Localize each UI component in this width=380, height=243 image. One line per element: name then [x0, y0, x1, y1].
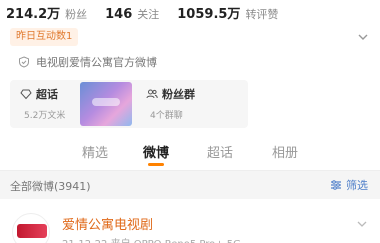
chevron-down-icon[interactable]	[356, 30, 370, 44]
profile-stats: 214.2万 粉丝 146 关注 1059.5万 转评赞	[0, 0, 380, 22]
likes-stat[interactable]: 1059.5万 转评赞	[177, 3, 278, 22]
following-label: 关注	[137, 8, 160, 21]
post-author[interactable]: 爱情公寓电视剧	[62, 214, 153, 233]
supertopic-title-row: 超话	[20, 86, 58, 102]
fans-label: 粉丝	[65, 8, 88, 21]
fans-count: 214.2万	[6, 7, 61, 22]
diamond-icon	[20, 89, 32, 100]
feed-header: 全部微博(3941) 筛选	[0, 171, 380, 199]
filter-button[interactable]: 筛选	[330, 177, 368, 193]
filter-label: 筛选	[346, 179, 368, 192]
active-tab-indicator	[148, 163, 164, 166]
fans-group-title-row: 粉丝群	[146, 86, 195, 102]
verification-row: 电视剧爱情公寓官方微博	[18, 54, 157, 70]
post-meta: 21-12-22 来自 OPPO Reno5 Pro+ 5G	[62, 235, 241, 243]
all-posts-count[interactable]: 全部微博(3941)	[10, 178, 91, 194]
tab-album[interactable]: 相册	[272, 142, 298, 161]
tab-featured[interactable]: 精选	[82, 142, 108, 161]
likes-label: 转评赞	[245, 8, 279, 21]
avatar[interactable]	[12, 213, 50, 243]
likes-count: 1059.5万	[177, 7, 241, 22]
supertopic-thumbnail	[80, 82, 132, 126]
fans-group-subtitle: 4个群聊	[150, 111, 183, 121]
profile-tabs: 精选 微博 超话 相册	[0, 138, 380, 166]
filter-icon	[331, 180, 341, 190]
avatar-logo	[17, 224, 47, 238]
post-item[interactable]: 爱情公寓电视剧 21-12-22 来自 OPPO Reno5 Pro+ 5G	[0, 206, 380, 243]
verification-text: 电视剧爱情公寓官方微博	[36, 56, 157, 69]
following-count: 146	[105, 7, 133, 22]
fans-stat[interactable]: 214.2万 粉丝	[6, 3, 87, 22]
supertopic-title: 超话	[36, 88, 58, 101]
supertopic-subtitle: 5.2万文米	[24, 111, 66, 121]
interaction-badge[interactable]: 昨日互动数1	[10, 28, 79, 46]
fans-group-title: 粉丝群	[162, 88, 195, 101]
following-stat[interactable]: 146 关注	[105, 6, 159, 22]
group-icon	[146, 89, 158, 99]
shield-icon	[19, 56, 29, 68]
tab-weibo[interactable]: 微博	[143, 142, 169, 161]
fans-group-card[interactable]: 粉丝群 4个群聊	[136, 80, 248, 128]
chevron-down-icon[interactable]	[356, 220, 368, 228]
tab-supertopic[interactable]: 超话	[207, 142, 233, 161]
